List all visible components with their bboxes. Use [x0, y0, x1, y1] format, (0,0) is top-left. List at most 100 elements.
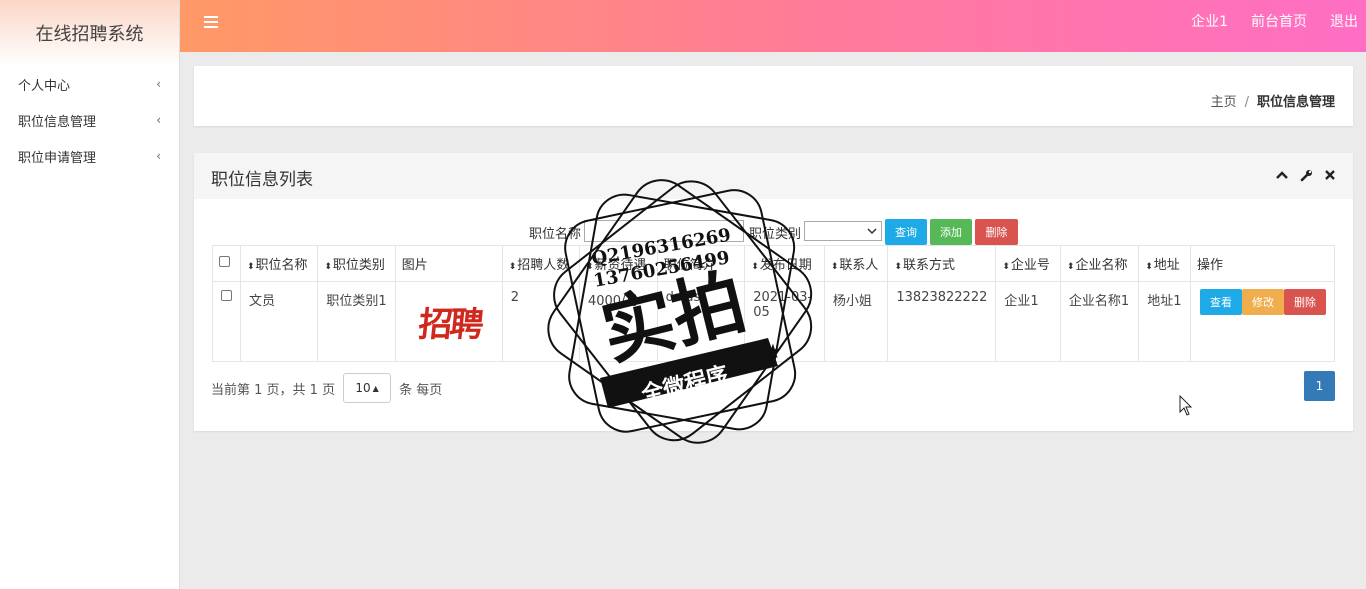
- col-label: 职位名称: [255, 258, 308, 273]
- cell-actions: 查看 修改 删除: [1190, 281, 1335, 362]
- col-label: 招聘人数: [517, 258, 570, 273]
- col-phone[interactable]: ⬍联系方式: [887, 245, 997, 282]
- page-size-select[interactable]: 10 ▲: [343, 373, 392, 403]
- page-size-value: 10: [355, 381, 371, 395]
- col-company-no[interactable]: ⬍企业号: [995, 245, 1061, 282]
- col-date[interactable]: ⬍发布日期: [744, 245, 825, 282]
- sidebar-item-label: 职位信息管理: [18, 114, 97, 130]
- sort-icon: ⬍: [324, 262, 332, 272]
- panel-tools: [1275, 167, 1337, 183]
- col-label: 操作: [1197, 258, 1224, 273]
- job-image-text: 招聘: [416, 304, 483, 345]
- delete-button[interactable]: 删除: [1284, 289, 1326, 315]
- job-category-label: 职位类别: [749, 227, 802, 242]
- search-bar: 职位名称 职位类别 查询 添加 删除: [194, 219, 1353, 245]
- query-button[interactable]: 查询: [885, 219, 927, 245]
- user-link[interactable]: 企业1: [1191, 11, 1228, 31]
- col-salary[interactable]: ⬍薪资待遇: [578, 245, 658, 282]
- sort-icon: ⬍: [751, 262, 759, 272]
- cell-phone: 13823822222: [887, 281, 997, 362]
- row-select-cell: [212, 281, 241, 362]
- job-image: 招聘: [403, 288, 496, 354]
- cell-address: 地址1: [1138, 281, 1191, 362]
- logout-link[interactable]: 退出: [1330, 11, 1358, 31]
- col-label: 企业名称: [1075, 258, 1128, 273]
- menu-toggle-icon[interactable]: [204, 16, 218, 30]
- col-label: 地址: [1153, 258, 1180, 273]
- chevron-left-icon: ‹: [156, 77, 161, 91]
- page-button-1[interactable]: 1: [1304, 371, 1335, 401]
- col-actions: 操作: [1190, 245, 1335, 282]
- caret-up-icon: ▲: [372, 383, 379, 393]
- col-contact[interactable]: ⬍联系人: [823, 245, 889, 282]
- chevron-left-icon: ‹: [156, 113, 161, 127]
- cell-contact: 杨小姐: [823, 281, 889, 362]
- cell-company-no: 企业1: [995, 281, 1061, 362]
- col-label: 职位简介: [663, 258, 716, 273]
- sort-icon: ⬍: [1145, 262, 1153, 272]
- breadcrumb-panel: 主页 / 职位信息管理: [194, 66, 1353, 126]
- job-category-select[interactable]: [804, 221, 882, 241]
- view-button[interactable]: 查看: [1200, 289, 1242, 315]
- breadcrumb-separator: /: [1244, 95, 1249, 110]
- col-company-name[interactable]: ⬍企业名称: [1059, 245, 1140, 282]
- mouse-cursor-icon: [1179, 395, 1193, 416]
- pager-info: 当前第 1 页，共 1 页 10 ▲ 条 每页: [211, 373, 442, 403]
- cell-job-category: 职位类别1: [317, 281, 396, 362]
- frontend-home-link[interactable]: 前台首页: [1251, 11, 1307, 31]
- cell-image: 招聘: [394, 281, 503, 362]
- col-image: 图片: [394, 245, 503, 282]
- col-label: 图片: [401, 258, 428, 273]
- chevron-down-icon: [867, 227, 877, 234]
- top-links: 企业1 前台首页 退出: [1191, 0, 1358, 42]
- chevron-left-icon: ‹: [156, 149, 161, 163]
- sidebar-item-job-info[interactable]: 职位信息管理 ‹: [0, 102, 179, 138]
- panel-header: 职位信息列表: [194, 153, 1353, 199]
- add-button[interactable]: 添加: [930, 219, 972, 245]
- col-headcount[interactable]: ⬍招聘人数: [501, 245, 580, 282]
- table-row: 文员 职位类别1 招聘 2 4000/月 dsfdsf 2021-03-05 杨…: [212, 281, 1335, 362]
- breadcrumb: 主页 / 职位信息管理: [1211, 91, 1335, 110]
- sidebar-item-personal-center[interactable]: 个人中心 ‹: [0, 66, 179, 102]
- per-page-label: 条 每页: [399, 382, 443, 398]
- row-actions: 查看 修改 删除: [1200, 289, 1326, 315]
- wrench-icon[interactable]: [1299, 167, 1313, 183]
- breadcrumb-home[interactable]: 主页: [1211, 95, 1237, 110]
- cell-headcount: 2: [501, 281, 580, 362]
- pager-text: 当前第 1 页，共 1 页: [211, 382, 336, 398]
- col-job-name[interactable]: ⬍职位名称: [239, 245, 319, 282]
- edit-button[interactable]: 修改: [1242, 289, 1284, 315]
- breadcrumb-current: 职位信息管理: [1256, 95, 1335, 110]
- panel-title: 职位信息列表: [211, 170, 313, 190]
- col-label: 职位类别: [332, 258, 385, 273]
- col-label: 发布日期: [759, 258, 812, 273]
- col-label: 联系人: [839, 258, 879, 273]
- collapse-icon[interactable]: [1275, 167, 1289, 183]
- col-label: 企业号: [1010, 258, 1050, 273]
- job-table: ⬍职位名称 ⬍职位类别 图片 ⬍招聘人数 ⬍薪资待遇 职位简介 ⬍发布日期 ⬍联…: [212, 245, 1335, 362]
- sort-icon: ⬍: [247, 262, 255, 272]
- batch-delete-button[interactable]: 删除: [975, 219, 1018, 245]
- col-address[interactable]: ⬍地址: [1138, 245, 1191, 282]
- select-all-checkbox[interactable]: [219, 256, 230, 267]
- sort-icon: ⬍: [1066, 262, 1075, 272]
- app-title: 在线招聘系统: [0, 0, 179, 66]
- sidebar-item-job-applications[interactable]: 职位申请管理 ‹: [0, 138, 179, 174]
- sort-icon: ⬍: [585, 262, 594, 272]
- table-header-row: ⬍职位名称 ⬍职位类别 图片 ⬍招聘人数 ⬍薪资待遇 职位简介 ⬍发布日期 ⬍联…: [212, 245, 1335, 282]
- job-name-label: 职位名称: [529, 227, 582, 242]
- close-icon[interactable]: [1323, 167, 1337, 183]
- col-job-category[interactable]: ⬍职位类别: [317, 245, 396, 282]
- sidebar: 在线招聘系统 个人中心 ‹ 职位信息管理 ‹ 职位申请管理 ‹: [0, 0, 180, 589]
- sort-icon: ⬍: [894, 262, 902, 272]
- cell-date: 2021-03-05: [744, 281, 825, 362]
- sort-icon: ⬍: [508, 262, 517, 272]
- sort-icon: ⬍: [830, 262, 839, 272]
- cell-intro: dsfdsf: [656, 281, 746, 362]
- row-checkbox[interactable]: [221, 290, 232, 301]
- job-name-input[interactable]: [584, 220, 744, 242]
- top-bar: 企业1 前台首页 退出: [180, 0, 1366, 52]
- cell-salary: 4000/月: [578, 281, 658, 362]
- cell-job-name: 文员: [239, 281, 319, 362]
- select-all-cell: [212, 245, 241, 282]
